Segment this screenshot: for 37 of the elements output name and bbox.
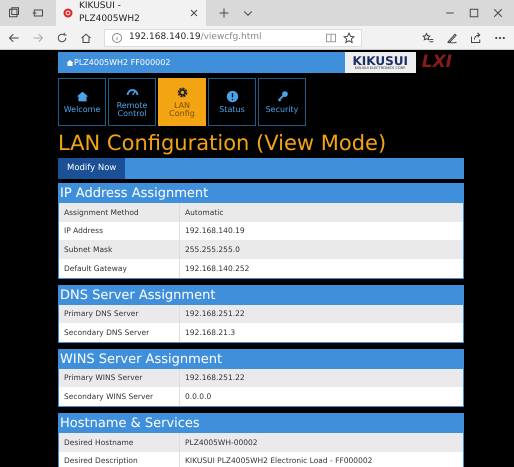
home-icon [76, 90, 88, 103]
section-heading: WINS Server Assignment [59, 350, 463, 369]
settings-icon [176, 86, 188, 99]
back-arrow-icon[interactable] [8, 32, 20, 44]
info-icon [226, 90, 238, 103]
modify-button[interactable]: Modify Now [58, 158, 126, 180]
close-icon[interactable] [188, 7, 200, 19]
share-icon[interactable] [470, 32, 482, 44]
tab-aside-icon[interactable] [32, 7, 44, 19]
address-field[interactable]: 192.168.140.19/viewcfg.html [104, 28, 362, 46]
maximize-icon[interactable] [468, 7, 480, 19]
section-heading: Hostname & Services [59, 414, 463, 433]
star-icon[interactable] [343, 32, 355, 44]
favorites-icon[interactable] [422, 32, 434, 44]
url-text: 192.168.140.19/viewcfg.html [129, 30, 262, 44]
new-tab-icon[interactable] [218, 7, 230, 19]
lxi-logo: LXI [416, 52, 464, 73]
nav-tile[interactable]: Welcome [58, 78, 106, 126]
tab-list-icon[interactable] [8, 7, 20, 19]
browser-tab[interactable]: KIKUSUI - PLZ4005WH2 [56, 0, 206, 26]
nav-tile[interactable]: Security [258, 78, 306, 126]
site-logo-icon [62, 7, 74, 19]
pen-icon[interactable] [446, 32, 458, 44]
nav-tile[interactable]: Remote Control [108, 78, 156, 126]
home-icon[interactable] [80, 32, 92, 44]
section-heading: IP Address Assignment [59, 184, 463, 204]
close-icon[interactable] [492, 7, 504, 19]
device-label: PLZ4005WH2 FF000002 [74, 56, 170, 68]
nav-tile[interactable]: Status [208, 78, 256, 126]
refresh-icon[interactable] [56, 32, 68, 44]
reading-view-icon[interactable] [325, 32, 337, 44]
section-heading: DNS Server Assignment [59, 286, 463, 305]
home-icon [66, 58, 74, 66]
tab-title: KIKUSUI - PLZ4005WH2 [79, 0, 141, 26]
page-title: LAN Configuration (View Mode) [58, 131, 388, 156]
key-icon [276, 90, 288, 103]
info-icon [111, 32, 123, 44]
